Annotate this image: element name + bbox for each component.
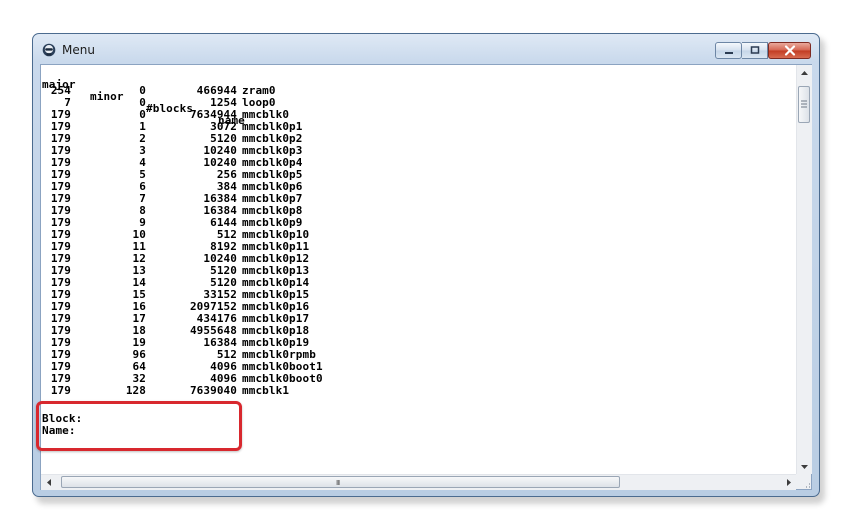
title-bar[interactable]: Menu	[33, 34, 819, 64]
cell-major: 179	[50, 384, 71, 397]
close-button[interactable]	[768, 42, 811, 59]
cell-minor: 8	[139, 204, 146, 217]
cell-blocks: 7639040	[189, 384, 237, 397]
minimize-button[interactable]	[715, 42, 742, 59]
vertical-scrollbar[interactable]	[796, 65, 812, 474]
scroll-left-button[interactable]	[41, 475, 56, 490]
cell-minor: 128	[125, 384, 146, 397]
cell-name: mmcblk1	[242, 384, 290, 397]
grip-icon	[801, 100, 807, 108]
grip-label: III	[336, 479, 340, 487]
cell-minor: 0	[139, 96, 146, 109]
cell-minor: 6	[139, 180, 146, 193]
vertical-scroll-thumb[interactable]	[798, 86, 810, 123]
window-title: Menu	[62, 43, 95, 57]
cell-minor: 0	[139, 108, 146, 121]
maximize-icon	[750, 46, 759, 54]
minimize-icon	[724, 52, 733, 54]
app-icon	[42, 43, 56, 57]
horizontal-scrollbar[interactable]: III	[41, 474, 796, 490]
header-row: major minor #blocks name	[42, 67, 245, 127]
cell-minor: 3	[139, 144, 146, 157]
scroll-right-button[interactable]	[781, 475, 796, 490]
maximize-button[interactable]	[742, 42, 768, 59]
arrow-up-icon	[801, 70, 808, 75]
cell-minor: 4	[139, 156, 146, 169]
arrow-down-icon	[801, 464, 808, 469]
cell-minor: 5	[139, 168, 146, 181]
highlight-box	[36, 401, 242, 451]
cell-minor: 0	[139, 84, 146, 97]
resize-grip-icon	[806, 483, 810, 488]
size-grip[interactable]	[796, 474, 811, 489]
cell-minor: 2	[139, 132, 146, 145]
cell-minor: 7	[139, 192, 146, 205]
scroll-up-button[interactable]	[797, 65, 812, 80]
close-icon	[784, 45, 795, 56]
arrow-right-icon	[786, 479, 791, 486]
cell-minor: 1	[139, 120, 146, 133]
arrow-left-icon	[46, 479, 51, 486]
scroll-down-button[interactable]	[797, 459, 812, 474]
horizontal-scroll-thumb[interactable]: III	[61, 476, 620, 488]
